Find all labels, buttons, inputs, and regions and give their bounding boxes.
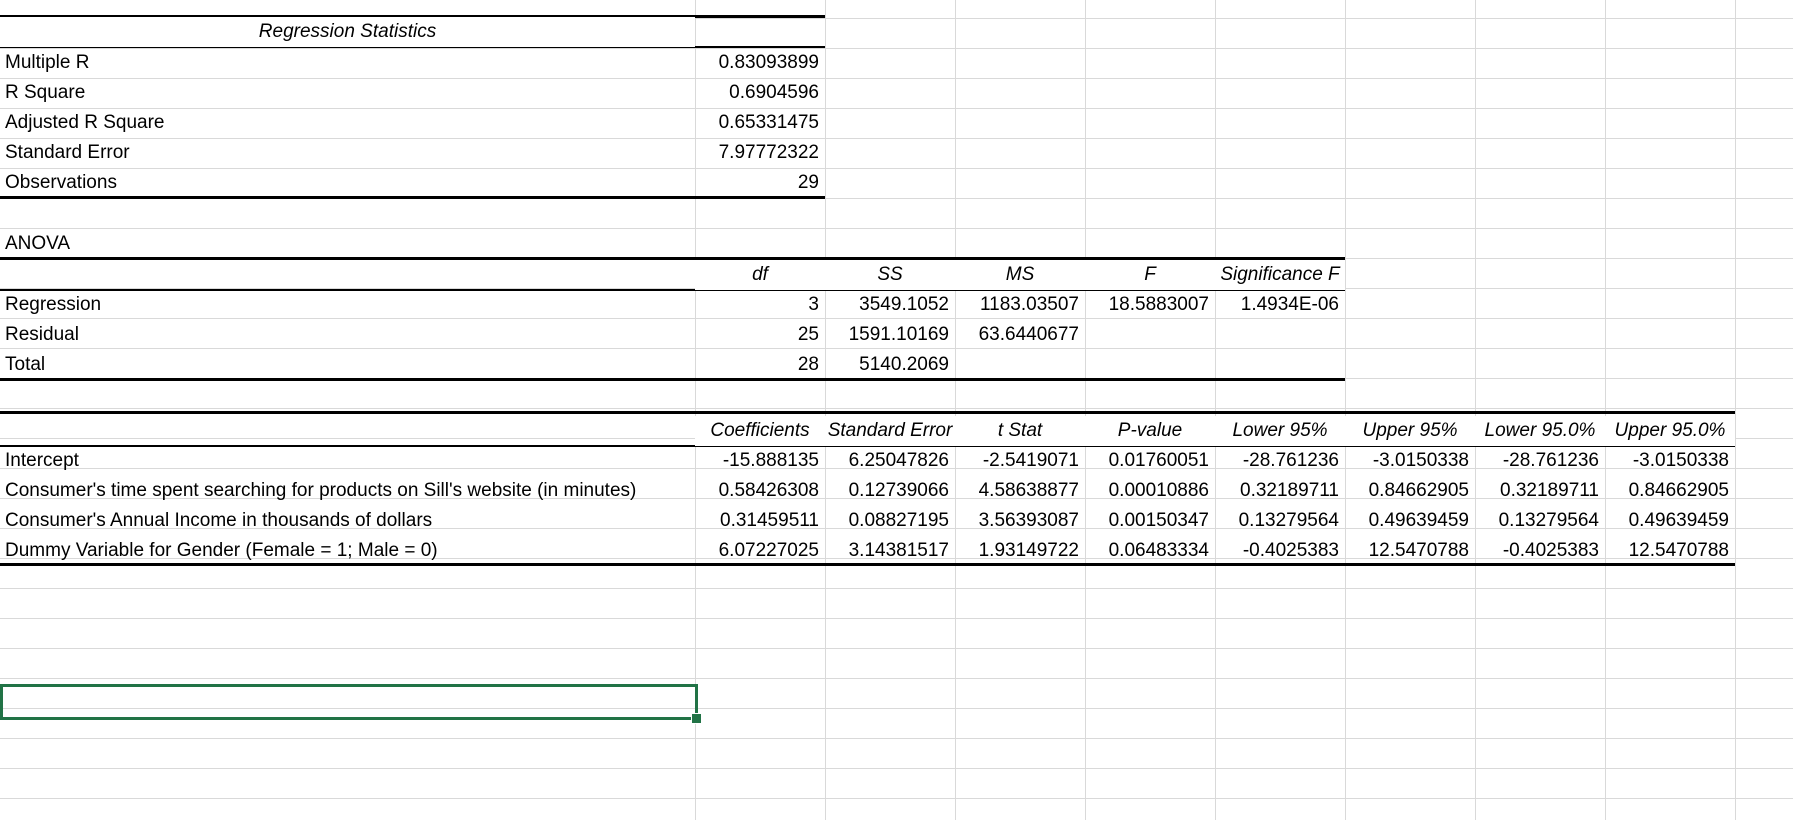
anova-header-significance-f[interactable]: Significance F: [1215, 260, 1345, 290]
coef-cell[interactable]: 0.84662905: [1345, 476, 1475, 506]
row-gridline: [0, 588, 1793, 589]
coef-header-lower-95-0[interactable]: Lower 95.0%: [1475, 416, 1605, 446]
column-gridline: [1345, 0, 1346, 820]
coef-cell[interactable]: -2.5419071: [955, 446, 1085, 476]
coef-cell[interactable]: 0.12739066: [825, 476, 955, 506]
stat-label-standard-error[interactable]: Standard Error: [0, 138, 695, 168]
anova-cell[interactable]: 1.4934E-06: [1215, 290, 1345, 320]
column-gridline: [1475, 0, 1476, 820]
stat-value-standard-error[interactable]: 7.97772322: [695, 138, 825, 168]
anova-cell[interactable]: 3549.1052: [825, 290, 955, 320]
anova-label-residual[interactable]: Residual: [0, 320, 695, 350]
coef-cell[interactable]: 6.25047826: [825, 446, 955, 476]
stat-label-multiple-r[interactable]: Multiple R: [0, 48, 695, 78]
coef-label-annual-income[interactable]: Consumer's Annual Income in thousands of…: [0, 506, 695, 536]
coef-header-standard-error[interactable]: Standard Error: [825, 416, 955, 446]
stat-label-observations[interactable]: Observations: [0, 168, 695, 198]
column-gridline: [1215, 0, 1216, 820]
coef-cell[interactable]: 3.14381517: [825, 536, 955, 566]
coef-cell[interactable]: -3.0150338: [1345, 446, 1475, 476]
coef-cell[interactable]: -28.761236: [1475, 446, 1605, 476]
coef-cell[interactable]: 0.06483334: [1085, 536, 1215, 566]
anova-cell[interactable]: 28: [695, 350, 825, 380]
coef-cell[interactable]: -0.4025383: [1215, 536, 1345, 566]
coef-cell[interactable]: 0.13279564: [1475, 506, 1605, 536]
anova-cell[interactable]: 18.5883007: [1085, 290, 1215, 320]
row-gridline: [0, 678, 1793, 679]
anova-header-ss[interactable]: SS: [825, 260, 955, 290]
row-gridline: [0, 648, 1793, 649]
spreadsheet-grid[interactable]: Regression Statistics Multiple R 0.83093…: [0, 0, 1793, 820]
row-gridline: [0, 618, 1793, 619]
column-gridline: [1605, 0, 1606, 820]
column-gridline: [1735, 0, 1736, 820]
coef-cell[interactable]: -15.888135: [695, 446, 825, 476]
row-gridline: [0, 798, 1793, 799]
coef-cell[interactable]: 0.84662905: [1605, 476, 1735, 506]
active-cell-selection[interactable]: [0, 684, 698, 720]
coef-cell[interactable]: 0.08827195: [825, 506, 955, 536]
coef-cell[interactable]: 6.07227025: [695, 536, 825, 566]
coef-cell[interactable]: 3.56393087: [955, 506, 1085, 536]
anova-cell[interactable]: 1183.03507: [955, 290, 1085, 320]
stat-value-adjusted-r-square[interactable]: 0.65331475: [695, 108, 825, 138]
coef-header-upper-95[interactable]: Upper 95%: [1345, 416, 1475, 446]
coef-header-p-value[interactable]: P-value: [1085, 416, 1215, 446]
coef-cell[interactable]: -0.4025383: [1475, 536, 1605, 566]
coef-header-upper-95-0[interactable]: Upper 95.0%: [1605, 416, 1735, 446]
anova-cell[interactable]: 25: [695, 320, 825, 350]
stat-value-multiple-r[interactable]: 0.83093899: [695, 48, 825, 78]
column-gridline: [955, 0, 956, 820]
anova-label-total[interactable]: Total: [0, 350, 695, 380]
regression-statistics-title[interactable]: Regression Statistics: [0, 17, 695, 47]
coef-cell[interactable]: 1.93149722: [955, 536, 1085, 566]
coef-cell[interactable]: 4.58638877: [955, 476, 1085, 506]
stat-label-r-square[interactable]: R Square: [0, 78, 695, 108]
anova-header-df[interactable]: df: [695, 260, 825, 290]
coef-cell[interactable]: 0.31459511: [695, 506, 825, 536]
coef-cell[interactable]: 0.00150347: [1085, 506, 1215, 536]
coef-label-gender-dummy[interactable]: Dummy Variable for Gender (Female = 1; M…: [0, 536, 695, 566]
anova-cell[interactable]: 5140.2069: [825, 350, 955, 380]
anova-header-ms[interactable]: MS: [955, 260, 1085, 290]
anova-cell[interactable]: 1591.10169: [825, 320, 955, 350]
coef-cell[interactable]: 0.49639459: [1605, 506, 1735, 536]
column-gridline: [825, 0, 826, 820]
column-gridline: [1085, 0, 1086, 820]
anova-cell[interactable]: 63.6440677: [955, 320, 1085, 350]
coef-cell[interactable]: 12.5470788: [1605, 536, 1735, 566]
coef-label-time-spent[interactable]: Consumer's time spent searching for prod…: [0, 476, 695, 506]
anova-cell[interactable]: 3: [695, 290, 825, 320]
coef-cell[interactable]: 0.49639459: [1345, 506, 1475, 536]
table-border-thick: [0, 411, 1735, 414]
anova-title[interactable]: ANOVA: [0, 229, 695, 259]
coef-header-t-stat[interactable]: t Stat: [955, 416, 1085, 446]
coef-cell[interactable]: 0.58426308: [695, 476, 825, 506]
coef-cell[interactable]: 0.32189711: [1215, 476, 1345, 506]
row-gridline: [0, 768, 1793, 769]
coef-cell[interactable]: 0.32189711: [1475, 476, 1605, 506]
coef-header-coefficients[interactable]: Coefficients: [695, 416, 825, 446]
stat-label-adjusted-r-square[interactable]: Adjusted R Square: [0, 108, 695, 138]
row-gridline: [0, 408, 1793, 409]
stat-value-r-square[interactable]: 0.6904596: [695, 78, 825, 108]
coef-label-intercept[interactable]: Intercept: [0, 446, 695, 476]
row-gridline: [0, 738, 1793, 739]
coef-cell[interactable]: 0.01760051: [1085, 446, 1215, 476]
coef-cell[interactable]: -28.761236: [1215, 446, 1345, 476]
coef-cell[interactable]: 12.5470788: [1345, 536, 1475, 566]
coef-cell[interactable]: -3.0150338: [1605, 446, 1735, 476]
fill-handle[interactable]: [691, 713, 702, 724]
stat-value-observations[interactable]: 29: [695, 168, 825, 198]
coef-cell[interactable]: 0.00010886: [1085, 476, 1215, 506]
anova-label-regression[interactable]: Regression: [0, 290, 695, 320]
coef-header-lower-95[interactable]: Lower 95%: [1215, 416, 1345, 446]
coef-cell[interactable]: 0.13279564: [1215, 506, 1345, 536]
anova-header-f[interactable]: F: [1085, 260, 1215, 290]
